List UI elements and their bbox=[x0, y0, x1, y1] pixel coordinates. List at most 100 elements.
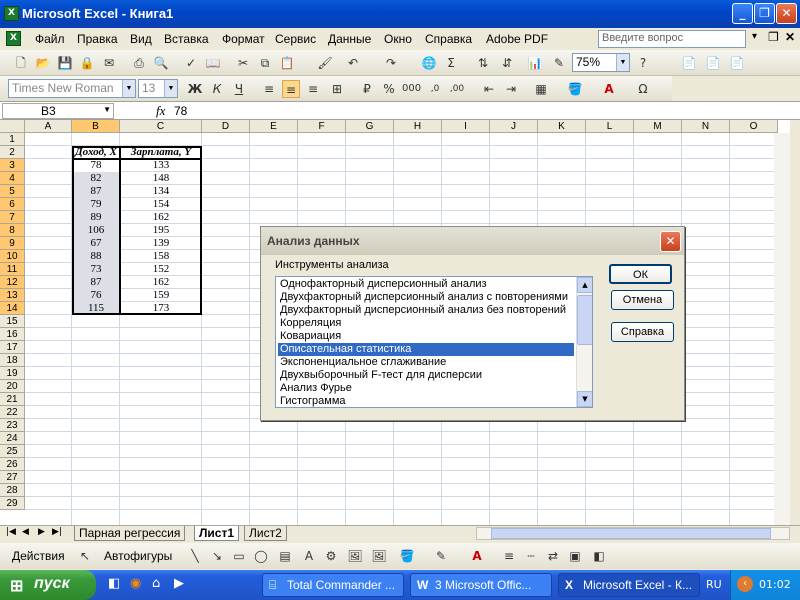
dialog-close-button[interactable]: ✕ bbox=[660, 231, 681, 252]
column-header-O[interactable]: O bbox=[730, 120, 778, 133]
align-right-icon[interactable]: ≡ bbox=[304, 80, 322, 98]
ok-button[interactable]: ОК bbox=[609, 264, 672, 284]
show-desktop-icon[interactable]: ◧ bbox=[108, 576, 120, 591]
list-item[interactable]: Двухфакторный дисперсионный анализ без п… bbox=[278, 304, 574, 317]
row-header-29[interactable]: 29 bbox=[0, 497, 25, 510]
row-header-27[interactable]: 27 bbox=[0, 471, 25, 484]
list-item[interactable]: Двухвыборочный F-тест для дисперсии bbox=[278, 369, 574, 382]
prev-sheet-icon[interactable]: ◀ bbox=[22, 527, 29, 537]
row-header-24[interactable]: 24 bbox=[0, 432, 25, 445]
cut-icon[interactable]: ✂ bbox=[234, 54, 252, 72]
rectangle-icon[interactable]: ▭ bbox=[230, 547, 248, 565]
ask-question-input[interactable]: Введите вопрос bbox=[598, 30, 746, 48]
new-icon[interactable]: 🗋 bbox=[12, 54, 30, 72]
cell-y[interactable]: 195 bbox=[120, 224, 202, 237]
tab-parnaya-regressiya[interactable]: Парная регрессия bbox=[74, 526, 186, 541]
print-preview-icon[interactable]: 🔍 bbox=[152, 54, 170, 72]
cell-x[interactable]: 87 bbox=[72, 185, 120, 198]
borders-icon[interactable]: ▦ bbox=[532, 80, 550, 98]
cell-x[interactable]: 88 bbox=[72, 250, 120, 263]
row-header-11[interactable]: 11 bbox=[0, 263, 25, 276]
firefox-icon[interactable]: ◉ bbox=[130, 576, 141, 591]
menu-adobe-pdf[interactable]: Adobe PDF bbox=[486, 32, 548, 46]
column-header-I[interactable]: I bbox=[442, 120, 490, 133]
maximize-button[interactable]: ❐ bbox=[754, 3, 775, 24]
tray-arrow-icon[interactable]: ‹ bbox=[737, 576, 753, 592]
cell-y[interactable]: 134 bbox=[120, 185, 202, 198]
cell-y[interactable]: 173 bbox=[120, 302, 202, 315]
font-select[interactable]: Times New Roman ▼ bbox=[8, 79, 136, 98]
column-header-D[interactable]: D bbox=[202, 120, 250, 133]
horizontal-scrollbar[interactable] bbox=[476, 527, 790, 540]
line-color-icon[interactable]: ✎ bbox=[432, 547, 450, 565]
cell-x[interactable]: 89 bbox=[72, 211, 120, 224]
column-header-C[interactable]: C bbox=[120, 120, 202, 133]
list-item[interactable]: Гистограмма bbox=[278, 395, 574, 407]
column-header-K[interactable]: K bbox=[538, 120, 586, 133]
pdf-email-icon[interactable]: 📄 bbox=[704, 54, 722, 72]
row-header-14[interactable]: 14 bbox=[0, 302, 25, 315]
paste-icon[interactable]: 📋 bbox=[278, 54, 296, 72]
cell-y[interactable]: 162 bbox=[120, 276, 202, 289]
first-sheet-icon[interactable]: |◀ bbox=[6, 527, 16, 537]
clipart-icon[interactable]: 🖼 bbox=[346, 547, 364, 565]
row-header-18[interactable]: 18 bbox=[0, 354, 25, 367]
pdf-convert-icon[interactable]: 📄 bbox=[680, 54, 698, 72]
row-header-3[interactable]: 3 bbox=[0, 159, 25, 172]
cell-x[interactable]: 87 bbox=[72, 276, 120, 289]
row-header-9[interactable]: 9 bbox=[0, 237, 25, 250]
task-microsoft-office[interactable]: W 3 Microsoft Offic... bbox=[410, 573, 552, 597]
menu-window[interactable]: Окно bbox=[384, 32, 412, 46]
3d-icon[interactable]: ◧ bbox=[590, 547, 608, 565]
tools-listbox[interactable]: Однофакторный дисперсионный анализ Двухфа… bbox=[275, 276, 593, 408]
tab-list2[interactable]: Лист2 bbox=[244, 526, 287, 541]
cancel-button[interactable]: Отмена bbox=[611, 290, 674, 310]
row-header-8[interactable]: 8 bbox=[0, 224, 25, 237]
scroll-thumb[interactable] bbox=[577, 295, 592, 345]
open-icon[interactable]: 📂 bbox=[34, 54, 52, 72]
menu-insert[interactable]: Вставка bbox=[164, 32, 209, 46]
permission-icon[interactable]: 🔒 bbox=[78, 54, 96, 72]
row-header-19[interactable]: 19 bbox=[0, 367, 25, 380]
cell-y[interactable]: 162 bbox=[120, 211, 202, 224]
row-header-23[interactable]: 23 bbox=[0, 419, 25, 432]
row-header-13[interactable]: 13 bbox=[0, 289, 25, 302]
bold-icon[interactable]: Ж bbox=[186, 80, 204, 98]
row-header-22[interactable]: 22 bbox=[0, 406, 25, 419]
currency-icon[interactable]: ₽ bbox=[358, 80, 376, 98]
fx-icon[interactable]: fx bbox=[156, 103, 165, 119]
arrow-icon[interactable]: ↘ bbox=[208, 547, 226, 565]
close-button[interactable]: ✕ bbox=[776, 3, 797, 24]
restore-workbook-icon[interactable]: ❐ bbox=[768, 30, 779, 44]
task-total-commander[interactable]: ⌸ Total Commander ... bbox=[262, 573, 404, 597]
cell-x[interactable]: 67 bbox=[72, 237, 120, 250]
column-header-M[interactable]: M bbox=[634, 120, 682, 133]
column-header-G[interactable]: G bbox=[346, 120, 394, 133]
cell-x[interactable]: 115 bbox=[72, 302, 120, 315]
scroll-down-icon[interactable]: ▼ bbox=[577, 391, 592, 407]
row-header-5[interactable]: 5 bbox=[0, 185, 25, 198]
fill-color-icon[interactable]: 🪣 bbox=[398, 547, 416, 565]
cell-x[interactable]: 82 bbox=[72, 172, 120, 185]
dialog-title-bar[interactable]: Анализ данных ✕ bbox=[261, 227, 684, 255]
row-header-25[interactable]: 25 bbox=[0, 445, 25, 458]
shadow-icon[interactable]: ▣ bbox=[566, 547, 584, 565]
header-salary-y[interactable]: Зарплата, Y bbox=[120, 146, 202, 159]
align-left-icon[interactable]: ≡ bbox=[260, 80, 278, 98]
cell-x[interactable]: 79 bbox=[72, 198, 120, 211]
column-header-L[interactable]: L bbox=[586, 120, 634, 133]
select-all-corner[interactable] bbox=[0, 120, 25, 133]
cell-y[interactable]: 133 bbox=[120, 159, 202, 172]
row-header-4[interactable]: 4 bbox=[0, 172, 25, 185]
row-header-26[interactable]: 26 bbox=[0, 458, 25, 471]
name-box[interactable]: B3 ▼ bbox=[2, 103, 114, 119]
drawing-icon[interactable]: ✎ bbox=[550, 54, 568, 72]
row-header-16[interactable]: 16 bbox=[0, 328, 25, 341]
menu-view[interactable]: Вид bbox=[130, 32, 152, 46]
row-header-12[interactable]: 12 bbox=[0, 276, 25, 289]
align-center-icon[interactable]: ≡ bbox=[282, 80, 300, 98]
column-header-E[interactable]: E bbox=[250, 120, 298, 133]
horizontal-scroll-thumb[interactable] bbox=[491, 528, 771, 539]
research-icon[interactable]: 📖 bbox=[204, 54, 222, 72]
column-header-N[interactable]: N bbox=[682, 120, 730, 133]
